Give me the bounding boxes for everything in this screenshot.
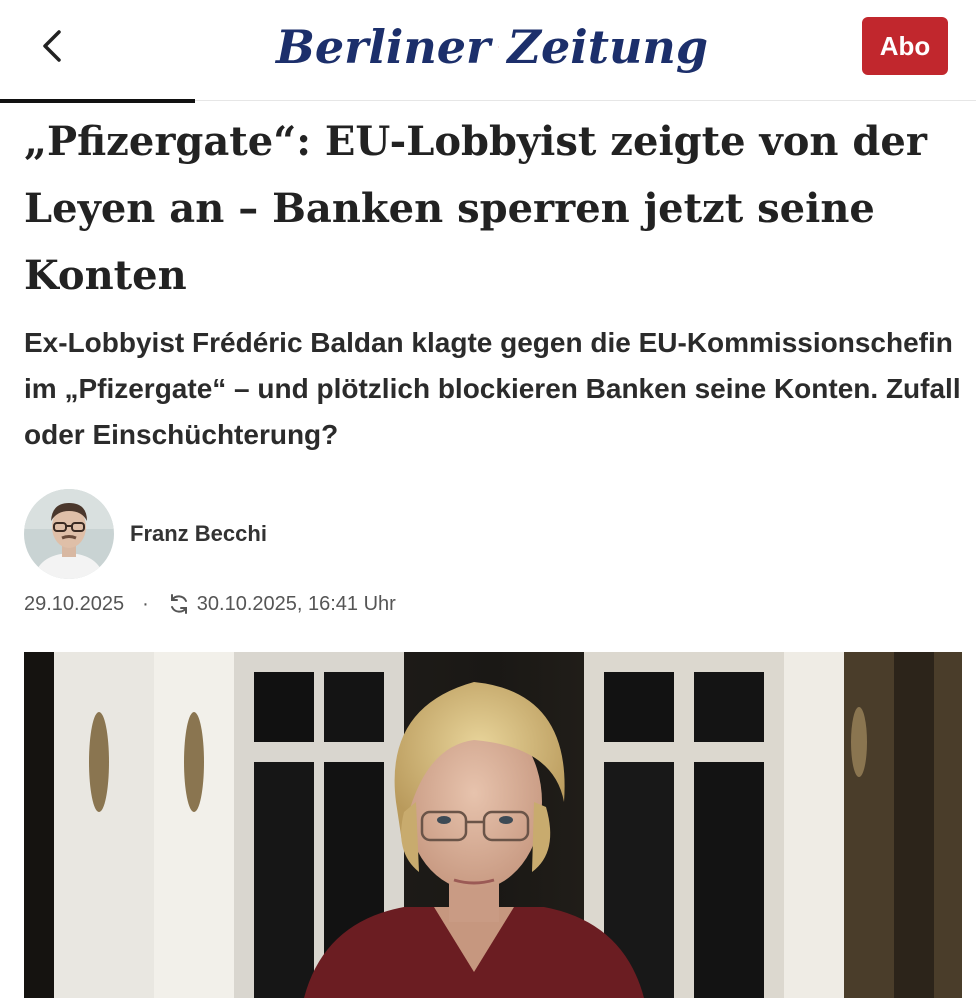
logo-word-right: Zeitung: [507, 20, 708, 74]
author-byline[interactable]: Franz Becchi: [24, 488, 267, 580]
meta-separator: ·: [142, 592, 149, 615]
logo-emblem-icon: [498, 46, 500, 48]
article-headline: „Pfizergate“: EU-Lobbyist zeigte von der…: [24, 118, 927, 299]
author-avatar[interactable]: [24, 489, 114, 579]
article-dates: 29.10.2025 · 30.10.2025, 16:41 Uhr: [24, 588, 396, 620]
site-logo[interactable]: Berliner Zeitung: [276, 12, 708, 82]
logo-word-left: Berliner: [276, 20, 491, 74]
back-button[interactable]: [30, 22, 74, 70]
subscribe-button[interactable]: Abo: [862, 17, 948, 75]
reading-progress-bar: [0, 99, 195, 103]
published-date: 29.10.2025: [24, 592, 125, 615]
author-name[interactable]: Franz Becchi: [130, 521, 267, 547]
chevron-left-icon: [43, 30, 61, 62]
site-header: Berliner Zeitung Abo: [0, 0, 976, 101]
refresh-icon: [167, 592, 191, 616]
article-hero-image[interactable]: [24, 652, 962, 998]
article-teaser: Ex-Lobbyist Frédéric Baldan klagte gegen…: [24, 327, 961, 450]
updated-date: 30.10.2025, 16:41 Uhr: [196, 592, 396, 615]
